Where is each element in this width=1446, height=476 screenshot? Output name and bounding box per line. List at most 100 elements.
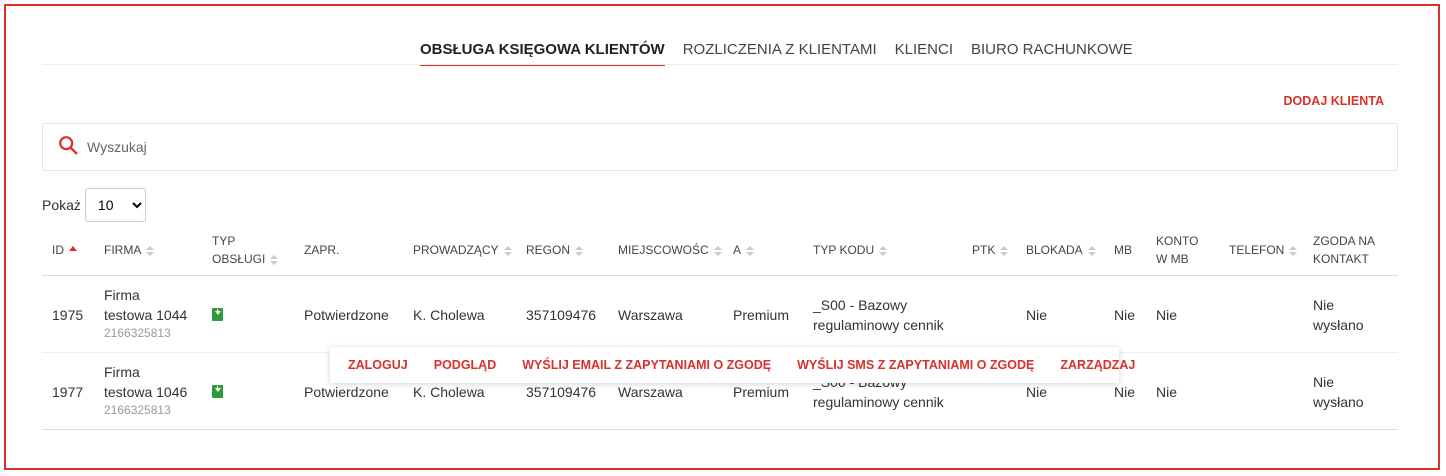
cell-regon: 357109476: [526, 307, 597, 323]
typ-kodu-line2: regulaminowy cennik: [813, 317, 944, 333]
page-size-select[interactable]: 10: [84, 188, 146, 222]
col-header-miejscowosc[interactable]: MIEJSCOWOŚC: [618, 241, 722, 259]
cell-a: Premium: [733, 384, 790, 400]
sort-icon: [1289, 245, 1298, 256]
action-send-email-button[interactable]: WYŚLIJ EMAIL Z ZAPYTANIAMI O ZGODĘ: [522, 358, 771, 372]
tab-obsluga-ksiegowa[interactable]: OBSŁUGA KSIĘGOWA KLIENTÓW: [420, 41, 665, 66]
firma-nip: 2166325813: [104, 403, 171, 417]
tab-rozliczenia[interactable]: ROZLICZENIA Z KLIENTAMI: [683, 41, 877, 66]
sort-icon: [746, 245, 755, 256]
col-header-typ-kodu-label: TYP KODU: [813, 243, 875, 257]
cell-mb: Nie: [1114, 384, 1136, 400]
sort-icon: [146, 245, 155, 256]
col-header-firma-label: FIRMA: [104, 243, 142, 257]
cell-miejscowosc: Warszawa: [618, 384, 683, 400]
cell-prowadzacy: K. Cholewa: [413, 307, 485, 323]
tab-klienci[interactable]: KLIENCI: [895, 41, 953, 66]
col-header-typ-obslugi[interactable]: TYP OBSŁUGI: [212, 232, 279, 268]
sort-icon: [503, 245, 512, 256]
zgoda-line1: Nie: [1313, 374, 1335, 390]
firma-name-line1: Firma: [104, 364, 140, 380]
firma-name-line1: Firma: [104, 287, 140, 303]
cell-zgoda: Nie wysłano: [1313, 295, 1364, 335]
typ-kodu-line2: regulaminowy cennik: [813, 394, 944, 410]
col-header-prowadzacy[interactable]: PROWADZĄCY: [413, 241, 512, 259]
header-divider: [42, 275, 1398, 276]
cell-typ-kodu: _S00 - Bazowy regulaminowy cennik: [813, 295, 944, 335]
cell-miejscowosc: Warszawa: [618, 307, 683, 323]
col-header-miejscowosc-label: MIEJSCOWOŚC: [618, 243, 709, 257]
col-header-konto-w-mb[interactable]: KONTO W MB: [1156, 232, 1198, 268]
action-send-sms-button[interactable]: WYŚLIJ SMS Z ZAPYTANIAMI O ZGODĘ: [797, 358, 1034, 372]
col-header-telefon-label: TELEFON: [1229, 243, 1285, 257]
firma-nip: 2166325813: [104, 326, 171, 340]
col-header-id[interactable]: ID: [52, 241, 77, 259]
sort-icon: [575, 245, 584, 256]
col-header-blokada[interactable]: BLOKADA: [1026, 241, 1096, 259]
col-header-regon[interactable]: REGON: [526, 241, 584, 259]
col-header-prowadzacy-label: PROWADZĄCY: [413, 243, 499, 257]
sort-asc-icon: [69, 246, 77, 252]
col-header-w-mb-label: W MB: [1156, 252, 1189, 266]
zgoda-line2: wysłano: [1313, 394, 1364, 410]
document-download-icon[interactable]: [212, 308, 223, 321]
col-header-regon-label: REGON: [526, 243, 571, 257]
search-input[interactable]: [87, 139, 687, 155]
cell-zapr: Potwierdzone: [304, 307, 389, 323]
col-header-typ-label: TYP: [212, 234, 236, 248]
cell-blokada: Nie: [1026, 307, 1048, 323]
col-header-id-label: ID: [52, 243, 64, 257]
col-header-mb[interactable]: MB: [1114, 241, 1132, 259]
main-tabs: OBSŁUGA KSIĘGOWA KLIENTÓW ROZLICZENIA Z …: [420, 41, 1133, 66]
action-zarzadzaj-button[interactable]: ZARZĄDZAJ: [1060, 358, 1135, 372]
col-header-typ-kodu[interactable]: TYP KODU: [813, 241, 888, 259]
col-header-firma[interactable]: FIRMA: [104, 241, 155, 259]
sort-icon: [1000, 245, 1009, 256]
cell-regon: 357109476: [526, 384, 597, 400]
tab-biuro-rachunkowe[interactable]: BIURO RACHUNKOWE: [971, 41, 1133, 66]
cell-blokada: Nie: [1026, 384, 1048, 400]
cell-prowadzacy: K. Cholewa: [413, 384, 485, 400]
cell-firma: Firma testowa 1044 2166325813: [104, 285, 187, 341]
col-header-obslugi-label: OBSŁUGI: [212, 252, 266, 266]
firma-name-line2: testowa 1044: [104, 307, 188, 323]
action-podglad-button[interactable]: PODGLĄD: [434, 358, 497, 372]
sort-icon: [713, 245, 722, 256]
cell-mb: Nie: [1114, 307, 1136, 323]
col-header-ptk-label: PTK: [972, 243, 996, 257]
table-bottom-divider: [42, 429, 1398, 430]
col-header-konto-label: KONTO: [1156, 234, 1199, 248]
col-header-kontakt-label: KONTAKT: [1313, 252, 1369, 266]
page-size-label: Pokaż: [42, 197, 81, 213]
typ-kodu-line1: _S00 - Bazowy: [813, 297, 908, 313]
add-client-button[interactable]: DODAJ KLIENTA: [1284, 94, 1384, 108]
cell-id: 1975: [52, 307, 84, 323]
cell-zapr: Potwierdzone: [304, 384, 389, 400]
col-header-telefon[interactable]: TELEFON: [1229, 241, 1298, 259]
sort-icon: [879, 245, 888, 256]
search-box: [42, 123, 1398, 171]
sort-icon: [270, 254, 279, 265]
search-icon[interactable]: [57, 134, 79, 161]
col-header-zapr[interactable]: ZAPR.: [304, 241, 339, 259]
page-size-control: Pokaż 10: [42, 188, 146, 222]
col-header-a[interactable]: A: [733, 241, 755, 259]
cell-konto: Nie: [1156, 307, 1178, 323]
col-header-a-label: A: [733, 243, 742, 257]
firma-name-line2: testowa 1046: [104, 384, 188, 400]
cell-zgoda: Nie wysłano: [1313, 372, 1364, 412]
cell-konto: Nie: [1156, 384, 1178, 400]
tabs-divider: [42, 64, 1398, 65]
document-download-icon[interactable]: [212, 385, 223, 398]
col-header-zgoda[interactable]: ZGODA NA KONTAKT: [1313, 232, 1375, 268]
zgoda-line2: wysłano: [1313, 317, 1364, 333]
zgoda-line1: Nie: [1313, 297, 1335, 313]
col-header-ptk[interactable]: PTK: [972, 241, 1009, 259]
col-header-blokada-label: BLOKADA: [1026, 243, 1083, 257]
cell-firma: Firma testowa 1046 2166325813: [104, 362, 187, 418]
sort-icon: [1087, 245, 1096, 256]
col-header-zgoda-label: ZGODA NA: [1313, 234, 1376, 248]
cell-id: 1977: [52, 384, 84, 400]
cell-a: Premium: [733, 307, 790, 323]
action-zaloguj-button[interactable]: ZALOGUJ: [348, 358, 408, 372]
